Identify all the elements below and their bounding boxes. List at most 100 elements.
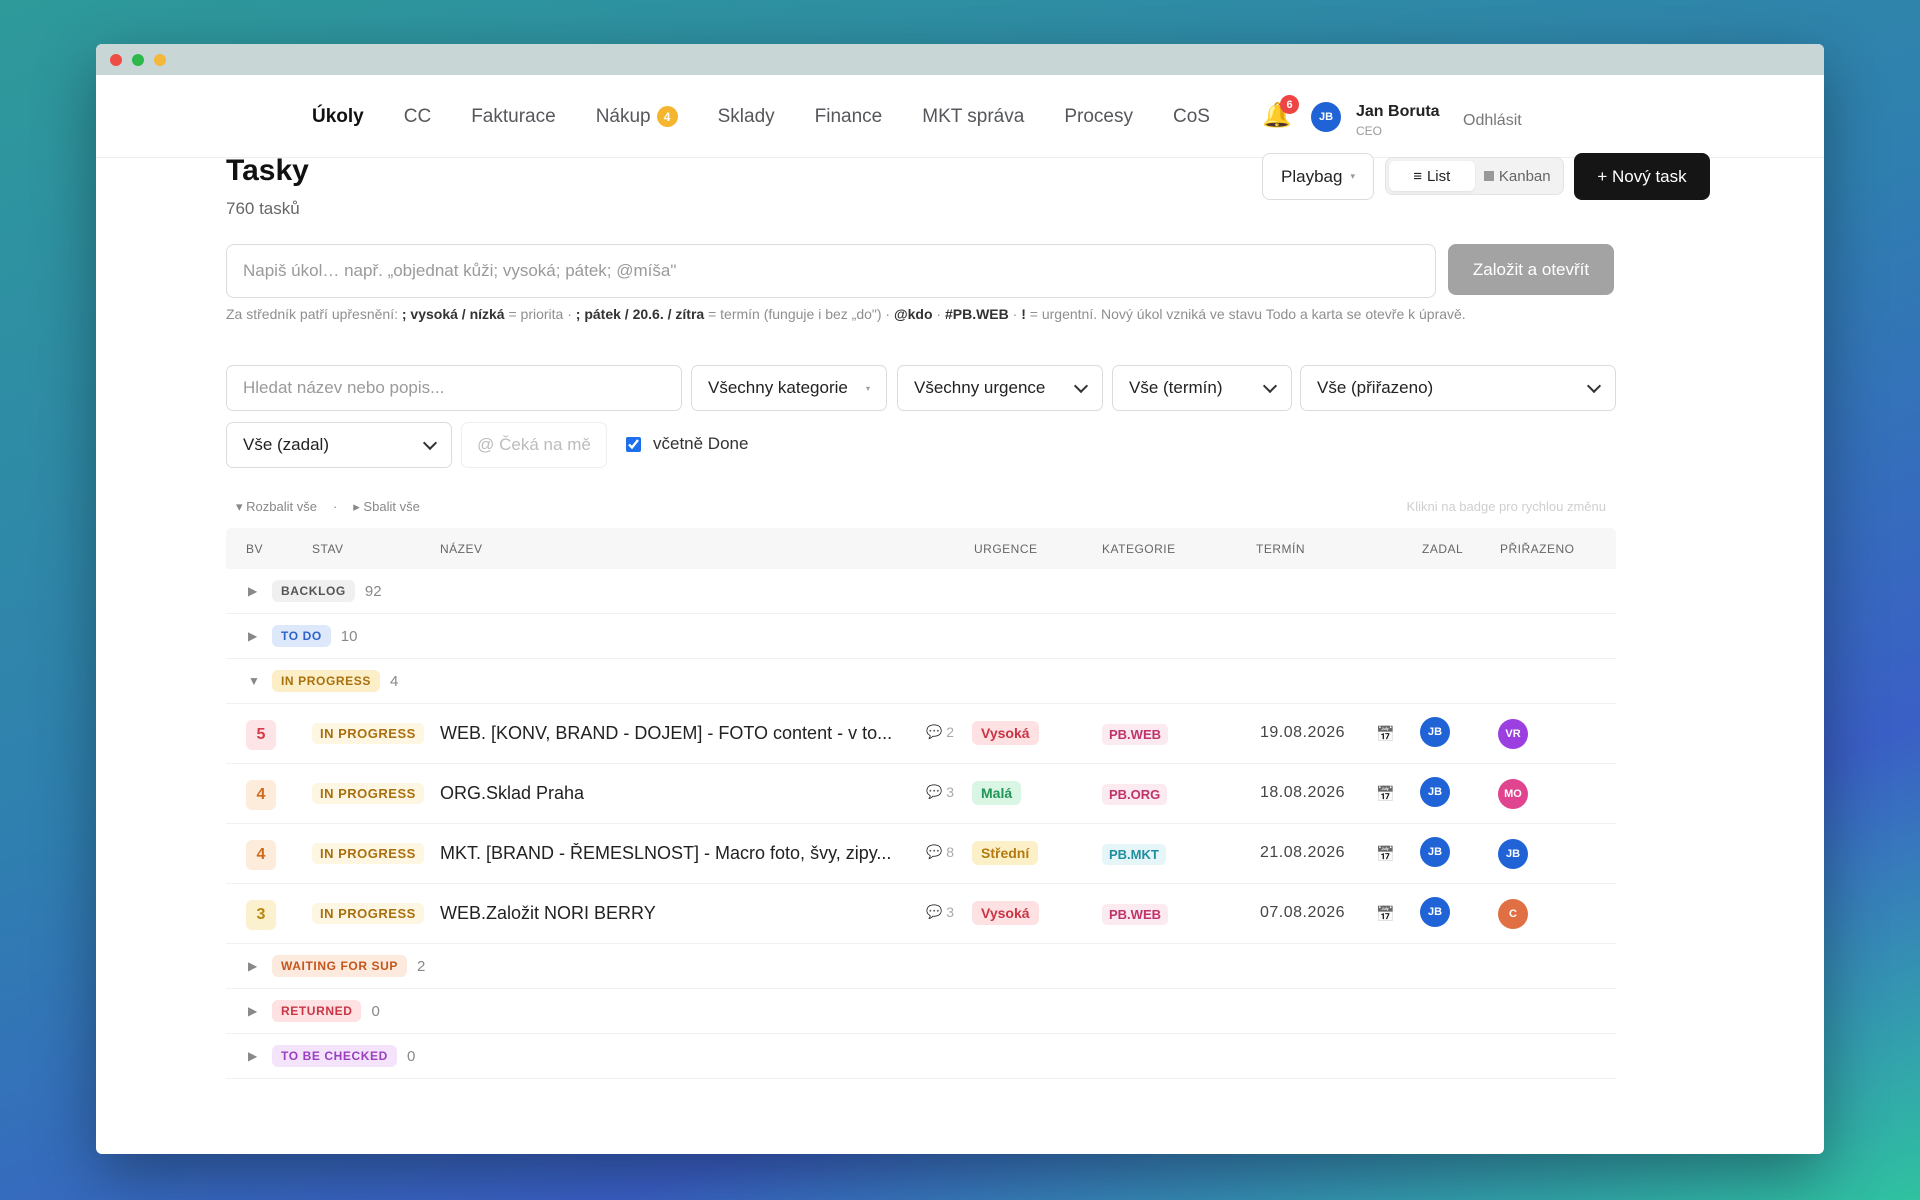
category-badge[interactable]: PB.ORG [1102, 784, 1168, 805]
calendar-icon[interactable]: 📅 [1376, 845, 1395, 863]
task-name[interactable]: WEB.Založit NORI BERRY [440, 903, 910, 924]
task-name[interactable]: ORG.Sklad Praha [440, 783, 910, 804]
logout-link[interactable]: Odhlásit [1463, 112, 1522, 130]
status-badge[interactable]: IN PROGRESS [272, 670, 380, 692]
deadline-date[interactable]: 19.08.2026 [1260, 724, 1345, 742]
status-group-row[interactable]: ▶ RETURNED 0 [226, 989, 1616, 1034]
workspace-select[interactable]: Playbag ▾ [1262, 153, 1374, 200]
column-urgency[interactable]: URGENCE [974, 542, 1038, 556]
table-row[interactable]: 3 IN PROGRESS WEB.Založit NORI BERRY 💬 3 Vyso… [226, 884, 1616, 944]
include-done-check[interactable] [626, 436, 641, 452]
calendar-icon[interactable]: 📅 [1376, 905, 1395, 923]
assigned-filter[interactable]: Vše (přiřazeno) [1300, 365, 1616, 411]
urgency-badge[interactable]: Malá [972, 781, 1022, 805]
category-filter[interactable]: Všechny kategorie ▾ [691, 365, 887, 411]
include-done-checkbox[interactable]: včetně Done [626, 434, 748, 454]
assigner-avatar[interactable]: JB [1420, 777, 1450, 807]
status-badge[interactable]: TO DO [272, 625, 331, 647]
calendar-icon[interactable]: 📅 [1376, 785, 1395, 803]
assignee-avatar[interactable]: MO [1498, 779, 1528, 809]
nav-item-0[interactable]: Úkoly [312, 106, 364, 128]
collapse-icon[interactable]: ▼ [248, 674, 262, 688]
status-badge[interactable]: WAITING FOR SUP [272, 955, 407, 977]
column-bv[interactable]: BV [246, 542, 263, 556]
assignee-avatar[interactable]: JB [1498, 839, 1528, 869]
nav-items: Úkoly CC Fakturace Nákup 4 Sklady Finance MKT s… [312, 75, 1210, 158]
table-row[interactable]: 4 IN PROGRESS MKT. [BRAND - ŘEMESLNOST] - … [226, 824, 1616, 884]
status-group-row[interactable]: ▶ TO DO 10 [226, 614, 1616, 659]
priority-badge[interactable]: 4 [246, 840, 276, 870]
close-window-icon[interactable] [110, 53, 122, 66]
status-badge[interactable]: IN PROGRESS [312, 783, 424, 804]
assignee-avatar[interactable]: C [1498, 899, 1528, 929]
search-input[interactable]: Hledat název nebo popis... [226, 365, 682, 411]
collapse-all-button[interactable]: ▸ Sbalit vše [353, 499, 420, 515]
table-row[interactable]: 5 IN PROGRESS WEB. [KONV, BRAND - DOJEM] -… [226, 704, 1616, 764]
status-group-row[interactable]: ▶ WAITING FOR SUP 2 [226, 944, 1616, 989]
nav-item-1[interactable]: CC [404, 106, 431, 128]
assigner-avatar[interactable]: JB [1420, 837, 1450, 867]
status-group-row[interactable]: ▶ BACKLOG 92 [226, 569, 1616, 614]
column-status[interactable]: STAV [312, 542, 344, 556]
status-group-row[interactable]: ▶ TO BE CHECKED 0 [226, 1034, 1616, 1079]
column-assigner[interactable]: ZADAL [1422, 542, 1463, 556]
nav-item-2[interactable]: Fakturace [471, 106, 555, 128]
assigner-filter[interactable]: Vše (zadal) [226, 422, 452, 468]
task-name[interactable]: MKT. [BRAND - ŘEMESLNOST] - Macro foto, … [440, 843, 910, 864]
group-count: 0 [371, 1002, 380, 1020]
urgency-badge[interactable]: Vysoká [972, 901, 1039, 925]
deadline-date[interactable]: 21.08.2026 [1260, 844, 1345, 862]
urgency-filter[interactable]: Všechny urgence [897, 365, 1103, 411]
nav-item-6[interactable]: MKT správa [922, 106, 1024, 128]
avatar[interactable]: JB [1311, 102, 1341, 132]
urgency-badge[interactable]: Střední [972, 841, 1039, 865]
task-name[interactable]: WEB. [KONV, BRAND - DOJEM] - FOTO conten… [440, 723, 910, 744]
separator: · [332, 499, 338, 514]
category-badge[interactable]: PB.WEB [1102, 724, 1168, 745]
assigner-avatar[interactable]: JB [1420, 717, 1450, 747]
view-kanban-button[interactable]: Kanban [1475, 161, 1561, 191]
expand-icon[interactable]: ▶ [248, 1004, 262, 1018]
assigner-avatar[interactable]: JB [1420, 897, 1450, 927]
priority-badge[interactable]: 4 [246, 780, 276, 810]
deadline-date[interactable]: 07.08.2026 [1260, 904, 1345, 922]
status-badge[interactable]: IN PROGRESS [312, 903, 424, 924]
status-badge[interactable]: IN PROGRESS [312, 843, 424, 864]
column-name[interactable]: NÁZEV [440, 542, 483, 556]
waiting-on-me-button[interactable]: @ Čeká na mě [461, 422, 607, 468]
expand-icon[interactable]: ▶ [248, 959, 262, 973]
priority-badge[interactable]: 5 [246, 720, 276, 750]
priority-badge[interactable]: 3 [246, 900, 276, 930]
assignee-avatar[interactable]: VR [1498, 719, 1528, 749]
status-badge[interactable]: BACKLOG [272, 580, 355, 602]
deadline-date[interactable]: 18.08.2026 [1260, 784, 1345, 802]
column-assignee[interactable]: PŘIŘAZENO [1500, 542, 1575, 556]
nav-item-4[interactable]: Sklady [718, 106, 775, 128]
create-and-open-button[interactable]: Založit a otevřít [1448, 244, 1614, 295]
expand-all-button[interactable]: ▾ Rozbalit vše [236, 499, 317, 515]
status-badge[interactable]: TO BE CHECKED [272, 1045, 397, 1067]
nav-item-8[interactable]: CoS [1173, 106, 1210, 128]
column-category[interactable]: KATEGORIE [1102, 542, 1176, 556]
nav-item-7[interactable]: Procesy [1064, 106, 1133, 128]
status-group-row[interactable]: ▼ IN PROGRESS 4 [226, 659, 1616, 704]
quick-create-input[interactable] [226, 244, 1436, 298]
column-deadline[interactable]: TERMÍN [1256, 542, 1305, 556]
new-task-button[interactable]: + Nový task [1574, 153, 1710, 200]
status-badge[interactable]: RETURNED [272, 1000, 362, 1022]
expand-icon[interactable]: ▶ [248, 1049, 262, 1063]
deadline-filter[interactable]: Vše (termín) [1112, 365, 1292, 411]
minimize-window-icon[interactable] [154, 53, 166, 66]
calendar-icon[interactable]: 📅 [1376, 725, 1395, 743]
expand-icon[interactable]: ▶ [248, 584, 262, 598]
view-list-button[interactable]: ≡ List [1389, 161, 1475, 191]
status-badge[interactable]: IN PROGRESS [312, 723, 424, 744]
maximize-window-icon[interactable] [132, 53, 144, 66]
nav-item-3[interactable]: Nákup 4 [596, 106, 678, 128]
expand-icon[interactable]: ▶ [248, 629, 262, 643]
category-badge[interactable]: PB.MKT [1102, 844, 1166, 865]
urgency-badge[interactable]: Vysoká [972, 721, 1039, 745]
nav-item-5[interactable]: Finance [815, 106, 883, 128]
category-badge[interactable]: PB.WEB [1102, 904, 1168, 925]
table-row[interactable]: 4 IN PROGRESS ORG.Sklad Praha 💬 3 Malá PB.ORG 1… [226, 764, 1616, 824]
